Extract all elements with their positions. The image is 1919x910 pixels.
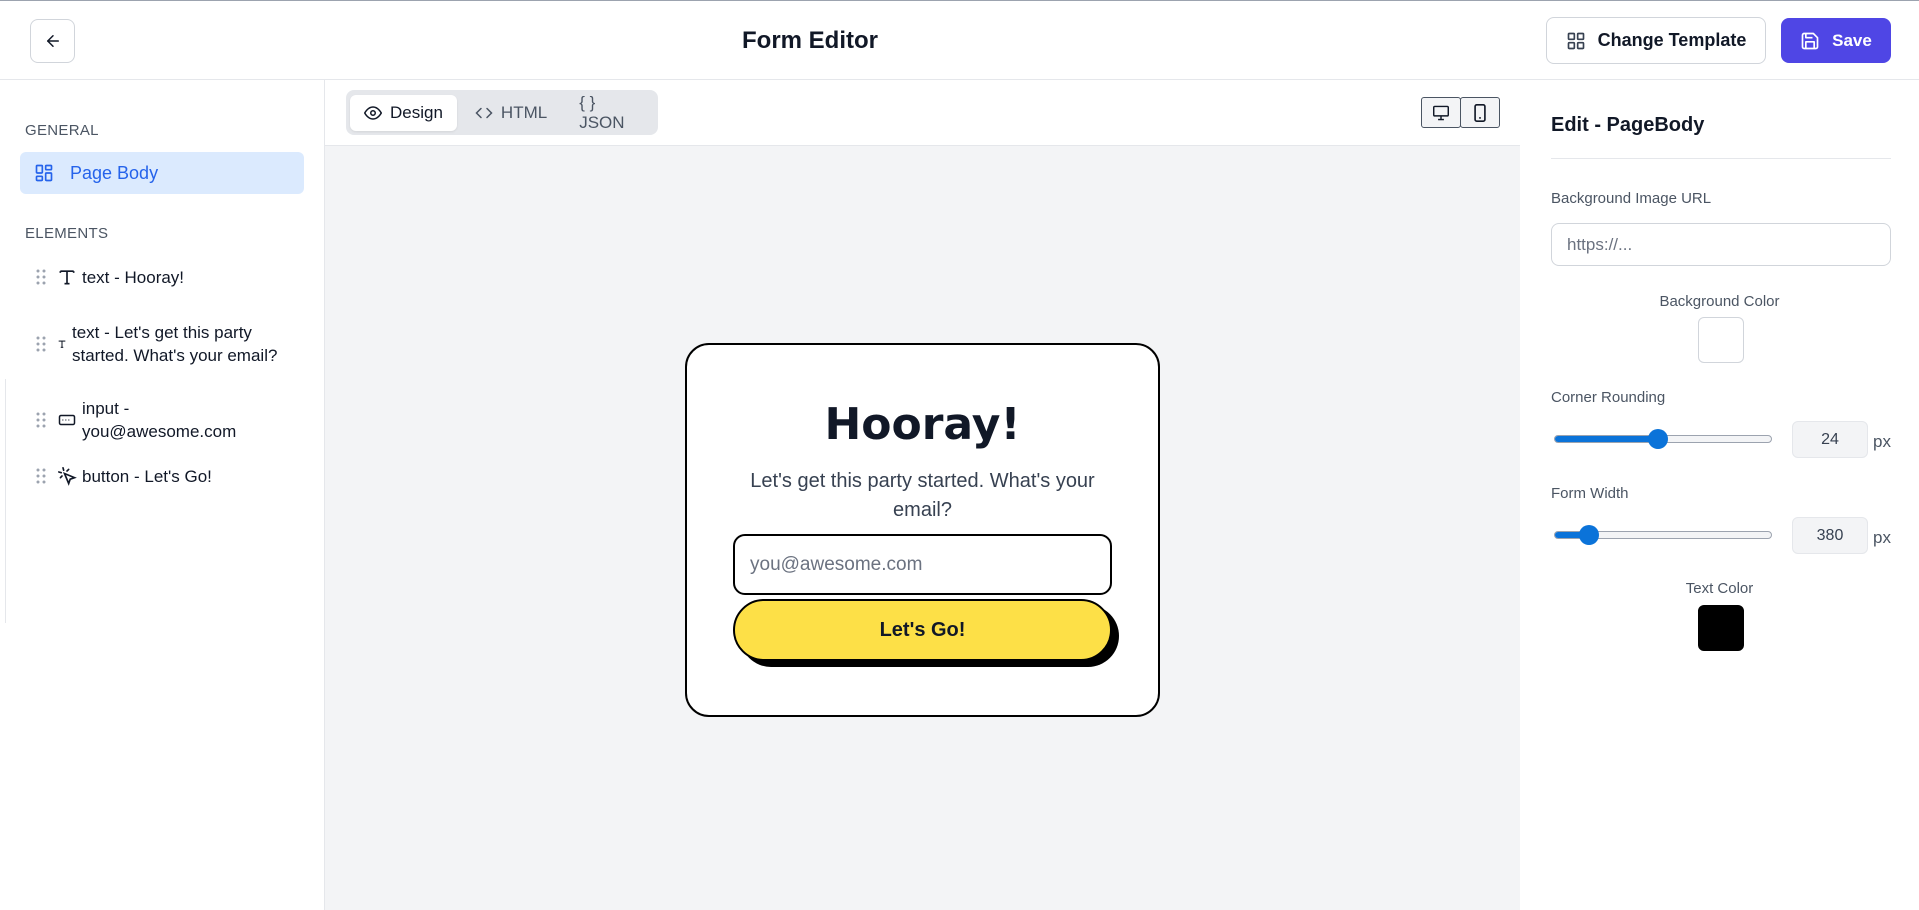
tab-json[interactable]: { } JSON bbox=[565, 92, 654, 132]
view-tabs: Design HTML { } JSON bbox=[346, 90, 658, 135]
header: Form Editor Change Template Save bbox=[0, 1, 1919, 80]
bg-color-swatch[interactable] bbox=[1698, 317, 1744, 363]
tab-label: { } JSON bbox=[579, 92, 625, 132]
tab-html[interactable]: HTML bbox=[461, 95, 561, 131]
corner-unit: px bbox=[1873, 432, 1891, 451]
form-width-label: Form Width bbox=[1551, 485, 1629, 502]
text-color-swatch[interactable] bbox=[1698, 605, 1744, 651]
panel-title: Edit - PageBody bbox=[1551, 114, 1705, 136]
form-width-slider[interactable] bbox=[1554, 525, 1772, 545]
drag-handle-icon[interactable] bbox=[30, 412, 52, 428]
corner-rounding-label: Corner Rounding bbox=[1551, 389, 1666, 406]
tab-design[interactable]: Design bbox=[350, 94, 457, 131]
tab-label: HTML bbox=[500, 102, 548, 122]
element-label: button - Let's Go! bbox=[82, 466, 212, 486]
slider-thumb[interactable] bbox=[1579, 525, 1599, 545]
element-item-input[interactable]: input - you@awesome.com bbox=[30, 397, 300, 443]
general-section-label: GENERAL bbox=[25, 122, 99, 139]
element-label: text - Hooray! bbox=[82, 267, 185, 287]
form-subtitle[interactable]: Let's get this party started. What's you… bbox=[737, 467, 1108, 525]
eye-icon bbox=[364, 105, 382, 120]
element-label: text - Let's get this party started. Wha… bbox=[72, 323, 278, 365]
tab-label: Design bbox=[390, 102, 443, 122]
mobile-icon bbox=[1474, 103, 1486, 122]
form-width-value[interactable]: 380 bbox=[1792, 517, 1868, 554]
pointer-click-icon bbox=[52, 466, 82, 486]
drag-handle-icon[interactable] bbox=[30, 269, 52, 285]
form-submit-button[interactable]: Let's Go! bbox=[733, 599, 1112, 661]
change-template-button[interactable]: Change Template bbox=[1546, 17, 1766, 64]
save-icon bbox=[1801, 32, 1819, 49]
bg-image-label: Background Image URL bbox=[1551, 190, 1712, 207]
element-item-button[interactable]: button - Let's Go! bbox=[30, 461, 300, 491]
element-label: input - you@awesome.com bbox=[82, 399, 237, 441]
form-preview-card: Hooray! Let's get this party started. Wh… bbox=[685, 343, 1160, 717]
save-button[interactable]: Save bbox=[1781, 18, 1891, 63]
canvas-toolbar: Design HTML { } JSON bbox=[325, 80, 1520, 146]
sidebar-item-page-body[interactable]: Page Body bbox=[20, 152, 304, 194]
bg-color-label: Background Color bbox=[1659, 293, 1780, 310]
desktop-view-button[interactable] bbox=[1421, 97, 1461, 128]
drag-handle-icon[interactable] bbox=[30, 336, 52, 352]
type-small-icon bbox=[52, 339, 72, 349]
width-unit: px bbox=[1873, 528, 1891, 547]
left-edge-divider bbox=[0, 379, 6, 623]
properties-panel: Edit - PageBody Background Image URL htt… bbox=[1520, 80, 1919, 910]
slider-fill bbox=[1555, 436, 1658, 442]
grid-icon bbox=[1567, 32, 1584, 49]
input-field-icon bbox=[52, 413, 82, 427]
text-color-label: Text Color bbox=[1685, 580, 1754, 597]
drag-handle-icon[interactable] bbox=[30, 468, 52, 484]
device-toggle bbox=[1421, 97, 1500, 128]
element-item-text-subtitle[interactable]: text - Let's get this party started. Wha… bbox=[30, 309, 300, 379]
type-icon bbox=[52, 267, 82, 287]
element-item-text-hooray[interactable]: text - Hooray! bbox=[30, 262, 300, 292]
change-template-label: Change Template bbox=[1597, 30, 1747, 50]
code-icon bbox=[475, 107, 493, 118]
left-sidebar: GENERAL Page Body ELEMENTS text - Hooray… bbox=[0, 80, 325, 910]
save-label: Save bbox=[1832, 30, 1872, 50]
slider-thumb[interactable] bbox=[1648, 429, 1668, 449]
page-title: Form Editor bbox=[742, 27, 878, 54]
elements-section-label: ELEMENTS bbox=[25, 225, 109, 242]
bg-image-url-input[interactable]: https://... bbox=[1551, 223, 1891, 266]
panel-divider bbox=[1551, 158, 1891, 159]
form-title[interactable]: Hooray! bbox=[687, 399, 1158, 450]
corner-rounding-value[interactable]: 24 bbox=[1792, 421, 1868, 458]
form-email-input[interactable]: you@awesome.com bbox=[733, 534, 1112, 595]
corner-rounding-slider[interactable] bbox=[1554, 429, 1772, 449]
mobile-view-button[interactable] bbox=[1460, 97, 1500, 128]
desktop-icon bbox=[1433, 105, 1449, 120]
sidebar-item-label: Page Body bbox=[70, 162, 159, 183]
canvas-area: Design HTML { } JSON Hooray! Let's get t… bbox=[325, 80, 1520, 910]
layout-grid-icon bbox=[35, 164, 53, 182]
